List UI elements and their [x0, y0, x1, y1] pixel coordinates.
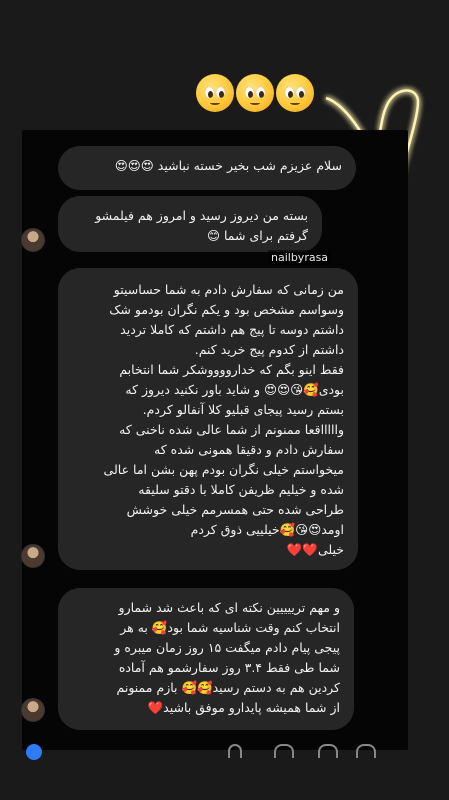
message-line: فقط اینو بگم که خدارووووشکر شما انتخابم	[119, 362, 344, 377]
message-line: شده و خیلیم ظریفن کاملا با دقتو سلیقه	[138, 482, 344, 497]
top-emoji-row	[196, 74, 314, 112]
message-line: واااااقعا ممنونم از شما عالی شده ناخنی ک…	[119, 422, 344, 437]
message-line: داشتم از کدوم پیج خرید کنم.	[194, 342, 344, 357]
message-line: شما طی فقط ۳.۴ روز سفارشمو هم آماده	[118, 660, 340, 675]
message-line: وسواسم مشخص بود و یکم نگران بودمو شک	[109, 302, 344, 317]
message-line: خیلی❤️❤️	[286, 542, 344, 557]
message-line: بسته من دیروز رسید و امروز هم فیلمشو	[95, 208, 308, 223]
avatar	[21, 544, 45, 568]
message-line: سلام عزیزم شب بخیر خسته نباشید 😍😍😍	[114, 158, 342, 173]
message-line: طراحی شده حتی همسرمم خیلی خوشش	[126, 502, 344, 517]
avatar	[21, 698, 45, 722]
message-input-bar[interactable]	[22, 738, 408, 760]
message-line: سفارش دادم و دقیقا همونی شده که	[154, 442, 344, 457]
emoji-icon[interactable]	[356, 744, 376, 758]
sticker-icon[interactable]	[318, 744, 338, 758]
pleading-face-icon	[196, 74, 234, 112]
pleading-face-icon	[236, 74, 274, 112]
message-line: اومد😍😘🥰خیلییی ذوق کردم	[190, 522, 344, 537]
message-line: از شما همیشه پایدارو موفق باشید❤️	[147, 700, 340, 715]
message-line: بستم رسید پیجای قبلیو کلا آنفالو کردم.	[142, 402, 344, 417]
mic-icon[interactable]	[228, 744, 242, 758]
message-line: انتخاب کنم وقت شناسیه شما بود🥰 به هر	[120, 620, 340, 635]
message-line: میخواستم خیلی نگران بودم پهن بشن اما عال…	[103, 462, 344, 477]
message-line: پیجی پیام دادم میگفت ۱۵ روز زمان میبره و	[114, 640, 340, 655]
message-bubble: سلام عزیزم شب بخیر خسته نباشید 😍😍😍	[58, 146, 356, 190]
message-line: بودی🥰😘😍😍 و شاید باور نکنید دیروز که	[125, 382, 344, 397]
pleading-face-icon	[276, 74, 314, 112]
message-line: گرفتم برای شما 😊	[206, 228, 308, 243]
gallery-icon[interactable]	[274, 744, 294, 758]
message-bubble: و مهم ترییییین نکته ای که باعث شد شمارو …	[58, 588, 354, 730]
message-bubble: بسته من دیروز رسید و امروز هم فیلمشو گرف…	[58, 196, 322, 252]
username-label: nailbyrasa	[268, 250, 332, 265]
message-line: کردین هم به دستم رسید🥰🥰 بازم ممنونم	[116, 680, 340, 695]
message-line: داشتم دوسه تا پیج هم داشتم که کاملا تردی…	[120, 322, 344, 337]
message-line: و مهم ترییییین نکته ای که باعث شد شمارو	[118, 600, 340, 615]
camera-icon[interactable]	[26, 744, 42, 760]
avatar	[21, 228, 45, 252]
message-bubble: من زمانی که سفارش دادم به شما حساسیتو وس…	[58, 268, 358, 570]
message-line: من زمانی که سفارش دادم به شما حساسیتو	[113, 282, 344, 297]
